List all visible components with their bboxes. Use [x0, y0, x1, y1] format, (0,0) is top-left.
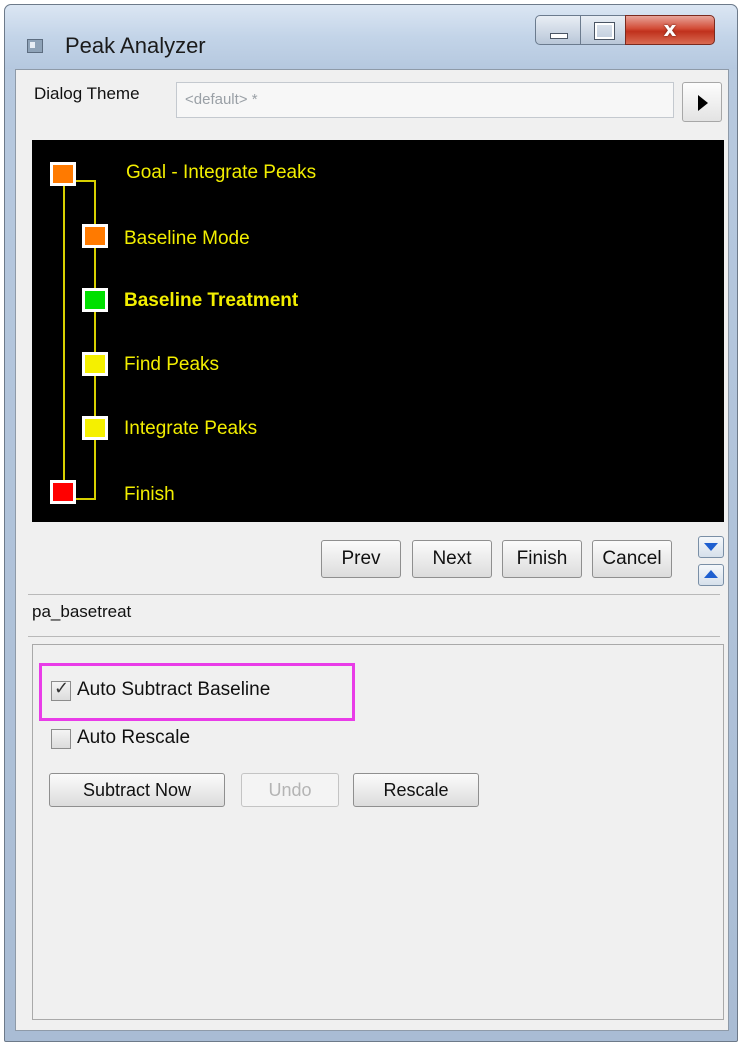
next-button[interactable]: Next [412, 540, 492, 578]
maximize-button[interactable] [580, 15, 626, 45]
step-node-integrate-peaks[interactable] [82, 416, 108, 440]
settings-panel: ✓ Auto Subtract Baseline Auto Rescale Su… [32, 644, 724, 1020]
finish-button[interactable]: Finish [502, 540, 582, 578]
close-button[interactable]: x [625, 15, 715, 45]
right-triangle-icon [698, 95, 708, 111]
step-label-finish[interactable]: Finish [124, 484, 175, 506]
close-icon: x [663, 17, 677, 41]
step-label-integrate-peaks[interactable]: Integrate Peaks [124, 418, 257, 440]
page-name: pa_basetreat [32, 602, 132, 621]
auto-rescale-label[interactable]: Auto Rescale [77, 727, 190, 749]
subtract-now-button[interactable]: Subtract Now [49, 773, 225, 807]
prev-button[interactable]: Prev [321, 540, 401, 578]
flowchart-panel: Goal - Integrate Peaks Baseline Mode Bas… [32, 140, 724, 522]
dialog-body: Dialog Theme <default> * Goal - Integrat… [15, 69, 729, 1031]
step-node-finish[interactable] [50, 480, 76, 504]
auto-subtract-baseline-label[interactable]: Auto Subtract Baseline [77, 679, 270, 701]
flow-line [76, 180, 94, 182]
minimize-button[interactable] [535, 15, 581, 45]
dialog-theme-label: Dialog Theme [34, 84, 140, 103]
step-label-find-peaks[interactable]: Find Peaks [124, 354, 219, 376]
step-label-baseline-mode[interactable]: Baseline Mode [124, 228, 250, 250]
chevron-down-icon [704, 543, 718, 551]
checkmark-icon: ✓ [54, 678, 70, 699]
step-node-find-peaks[interactable] [82, 352, 108, 376]
minimize-icon [550, 33, 568, 39]
step-node-baseline-mode[interactable] [82, 224, 108, 248]
cancel-button[interactable]: Cancel [592, 540, 672, 578]
divider [28, 636, 720, 637]
chevron-up-icon [704, 570, 718, 578]
auto-rescale-checkbox[interactable] [51, 729, 71, 749]
step-node-goal[interactable] [50, 162, 76, 186]
collapse-down-button[interactable] [698, 536, 724, 558]
collapse-up-button[interactable] [698, 564, 724, 586]
auto-subtract-baseline-checkbox[interactable]: ✓ [51, 678, 71, 701]
title-bar[interactable]: Peak Analyzer x [5, 5, 737, 69]
rescale-button[interactable]: Rescale [353, 773, 479, 807]
theme-menu-button[interactable] [682, 82, 722, 122]
flow-line [76, 498, 96, 500]
step-node-baseline-treatment[interactable] [82, 288, 108, 312]
dialog-theme-field[interactable]: <default> * [176, 82, 674, 118]
peak-analyzer-window: Peak Analyzer x Dialog Theme <default> *… [4, 4, 738, 1042]
app-icon [27, 39, 43, 53]
undo-button[interactable]: Undo [241, 773, 339, 807]
divider [28, 594, 720, 595]
step-label-baseline-treatment[interactable]: Baseline Treatment [124, 290, 298, 312]
window-title: Peak Analyzer [65, 33, 206, 58]
maximize-icon [595, 23, 614, 39]
flow-line [63, 186, 65, 486]
step-label-goal[interactable]: Goal - Integrate Peaks [126, 162, 316, 184]
